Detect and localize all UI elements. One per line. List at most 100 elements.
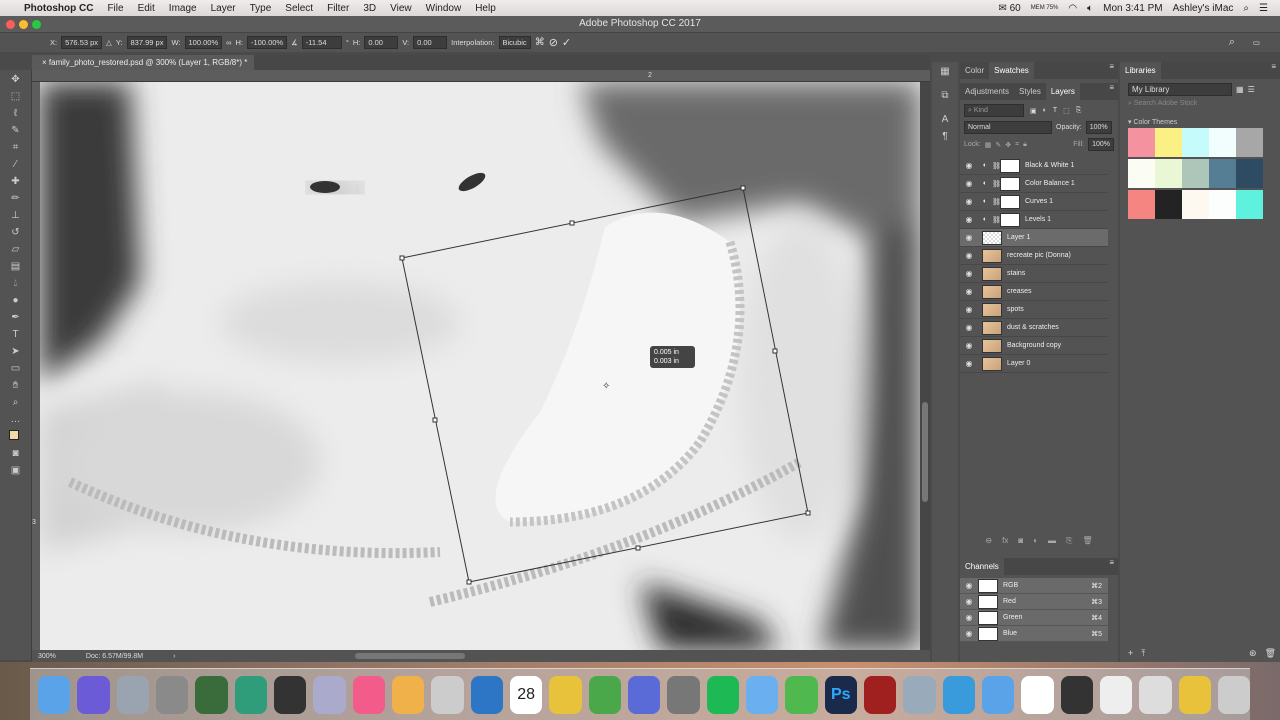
theme-swatch[interactable]: [1209, 190, 1236, 219]
theme-swatch[interactable]: [1209, 159, 1236, 188]
layer-row[interactable]: ◉ spots: [960, 301, 1108, 319]
cancel-transform-icon[interactable]: ⊘: [549, 36, 558, 49]
relative-position-icon[interactable]: △: [106, 38, 112, 47]
menu-layer[interactable]: Layer: [211, 3, 236, 14]
character-icon[interactable]: A: [938, 113, 952, 127]
preview-icon[interactable]: [313, 675, 346, 714]
stamp-tool-icon[interactable]: ⊥: [9, 209, 23, 223]
vertical-scrollbar[interactable]: [920, 82, 930, 650]
creative-cloud-icon[interactable]: ⊛: [1249, 648, 1257, 659]
time-machine-icon[interactable]: [234, 675, 267, 714]
transform-handle[interactable]: [466, 579, 472, 585]
lock-all-icon[interactable]: 🔒︎: [1023, 141, 1027, 149]
theme-swatch[interactable]: [1128, 128, 1155, 157]
layer-row[interactable]: ◉ ◐ ⛓︎ Curves 1: [960, 193, 1108, 211]
layer-row[interactable]: ◉ ◐ ⛓︎ Color Balance 1: [960, 175, 1108, 193]
chrome-icon[interactable]: [549, 675, 582, 714]
libraries-menu-icon[interactable]: ≡: [1271, 62, 1280, 79]
transform-handle[interactable]: [772, 348, 778, 354]
mask-link-icon[interactable]: ⛓︎: [992, 180, 1001, 188]
interpolation-select[interactable]: Bicubic: [498, 36, 531, 49]
dashboard-icon[interactable]: [273, 675, 307, 714]
library-select[interactable]: My Library: [1128, 83, 1232, 96]
opacity-field[interactable]: 100%: [1085, 121, 1112, 134]
theme-swatch[interactable]: [1128, 159, 1155, 188]
files-icon[interactable]: [903, 675, 936, 714]
menu-help[interactable]: Help: [475, 3, 496, 14]
minimize-window-button[interactable]: [19, 20, 28, 29]
screen-mode-icon[interactable]: ▣: [9, 464, 23, 478]
transform-handle[interactable]: [399, 255, 405, 261]
visibility-eye-icon[interactable]: ◉: [960, 287, 978, 296]
fx-icon[interactable]: fx: [1002, 536, 1008, 546]
scanner-icon[interactable]: [431, 675, 464, 714]
font-icon[interactable]: [667, 675, 700, 714]
channel-row[interactable]: ◉ Red ⌘3: [960, 594, 1108, 610]
filter-adjust-icon[interactable]: ◐: [1043, 107, 1047, 114]
y-field[interactable]: 837.99 px: [126, 36, 168, 49]
mail-icon[interactable]: ✉ 60: [998, 3, 1020, 14]
lock-pixels-icon[interactable]: ✎: [995, 141, 1001, 149]
path-select-icon[interactable]: ➤: [9, 345, 23, 359]
launchpad-icon[interactable]: [116, 675, 149, 714]
new-adjustment-icon[interactable]: ◐: [1033, 536, 1038, 546]
color-theme[interactable]: [1128, 128, 1280, 157]
photoshop-icon[interactable]: Ps: [824, 675, 857, 714]
theme-swatch[interactable]: [1155, 159, 1182, 188]
hskew-field[interactable]: 0.00: [364, 36, 399, 49]
new-layer-icon[interactable]: ⎘: [1066, 536, 1072, 546]
layer-row[interactable]: ◉ ◐ ⛓︎ Levels 1: [960, 211, 1108, 229]
mask-link-icon[interactable]: ⛓︎: [992, 216, 1001, 224]
workspace-icon[interactable]: ▭: [1253, 38, 1260, 47]
notification-center-icon[interactable]: ☰: [1259, 3, 1268, 14]
height-field[interactable]: -100.00%: [246, 36, 288, 49]
gradient-tool-icon[interactable]: ▤: [9, 260, 23, 274]
ruler-left[interactable]: 3: [32, 82, 40, 650]
paragraph-icon[interactable]: ¶: [938, 130, 952, 144]
pen-tool-icon[interactable]: ✒: [9, 311, 23, 325]
photos-icon[interactable]: [391, 675, 425, 714]
layer-row[interactable]: ◉ recreate pic (Donna): [960, 247, 1108, 265]
layer-row[interactable]: ◉ Layer 0: [960, 355, 1108, 373]
upload-icon[interactable]: ⤒: [1141, 648, 1145, 659]
channel-row[interactable]: ◉ RGB ⌘2: [960, 578, 1108, 594]
color-themes-header[interactable]: ▾ Color Themes: [1120, 108, 1280, 126]
mail-icon[interactable]: [745, 675, 779, 714]
visibility-eye-icon[interactable]: ◉: [960, 581, 978, 590]
zoom-window-button[interactable]: [32, 20, 41, 29]
mem-indicator[interactable]: MEM 75%: [1031, 5, 1059, 11]
visibility-eye-icon[interactable]: ◉: [960, 233, 978, 242]
layer-row[interactable]: ◉ stains: [960, 265, 1108, 283]
document-tab[interactable]: × family_photo_restored.psd @ 300% (Laye…: [32, 55, 254, 70]
tab-channels[interactable]: Channels: [960, 558, 1004, 575]
keynote-icon[interactable]: [588, 675, 621, 714]
transform-handle[interactable]: [432, 417, 438, 423]
wifi-icon[interactable]: ◠: [1068, 3, 1077, 14]
theme-swatch[interactable]: [1209, 128, 1236, 157]
tab-layers[interactable]: Layers: [1045, 83, 1080, 100]
theme-swatch[interactable]: [1155, 190, 1182, 219]
user-name[interactable]: Ashley's iMac: [1173, 3, 1234, 14]
theme-swatch[interactable]: [1236, 128, 1263, 157]
visibility-eye-icon[interactable]: ◉: [960, 161, 978, 170]
new-group-icon[interactable]: ▬: [1048, 536, 1056, 546]
calendar-icon[interactable]: 28: [509, 675, 543, 714]
move-tool-icon[interactable]: ✥: [9, 73, 23, 87]
itunes-icon[interactable]: [352, 675, 385, 714]
add-element-icon[interactable]: +: [1128, 648, 1133, 659]
visibility-eye-icon[interactable]: ◉: [960, 359, 978, 368]
stock-search-input[interactable]: ⌕ Search Adobe Stock: [1120, 100, 1280, 108]
visibility-eye-icon[interactable]: ◉: [960, 597, 978, 606]
system-preferences-icon[interactable]: [155, 675, 189, 714]
layer-row[interactable]: ◉ creases: [960, 283, 1108, 301]
transform-handle[interactable]: [740, 185, 746, 191]
color-theme[interactable]: [1128, 159, 1280, 188]
x-field[interactable]: 576.53 px: [61, 36, 103, 49]
app-store-icon[interactable]: [942, 675, 975, 714]
chrome2-icon[interactable]: [1178, 675, 1211, 714]
window-icon[interactable]: [1139, 675, 1172, 714]
photo-booth-icon[interactable]: [195, 675, 228, 714]
clock[interactable]: Mon 3:41 PM: [1103, 3, 1162, 14]
visibility-eye-icon[interactable]: ◉: [960, 629, 978, 638]
tab-color[interactable]: Color: [960, 62, 989, 79]
